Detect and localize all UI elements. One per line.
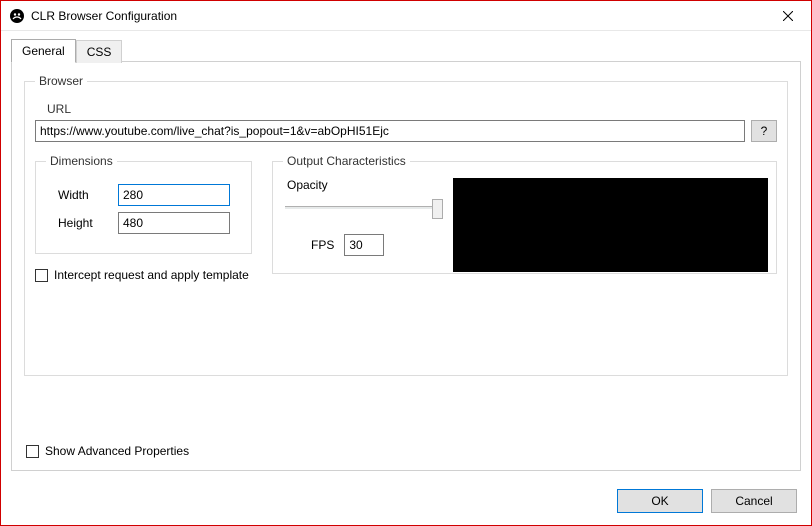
dialog-window: CLR Browser Configuration General CSS Br… [0,0,812,526]
help-label: ? [761,124,768,138]
fps-input[interactable] [344,234,384,256]
ok-label: OK [651,494,668,508]
dialog-buttons: OK Cancel [617,489,797,513]
height-row: Height [46,212,241,234]
window-title: CLR Browser Configuration [31,9,765,23]
opacity-column: Opacity FPS [283,178,443,272]
titlebar: CLR Browser Configuration [1,1,811,31]
browser-legend: Browser [35,74,87,88]
close-icon [783,11,793,21]
cancel-label: Cancel [735,494,772,508]
ok-button[interactable]: OK [617,489,703,513]
tab-panel-general: Browser URL ? Dimensions Width [11,61,801,471]
tab-css[interactable]: CSS [76,40,123,63]
fps-row: FPS [311,234,443,256]
width-row: Width [46,184,241,206]
output-inner: Opacity FPS [283,178,768,272]
tab-general[interactable]: General [11,39,76,63]
url-input[interactable] [35,120,745,142]
height-input[interactable] [118,212,230,234]
tab-label: CSS [87,45,112,59]
advanced-row[interactable]: Show Advanced Properties [26,444,189,458]
lower-row: Dimensions Width Height [35,154,777,282]
browser-group: Browser URL ? Dimensions Width [24,74,788,376]
app-icon [9,8,25,24]
intercept-row[interactable]: Intercept request and apply template [35,268,252,282]
intercept-label: Intercept request and apply template [54,268,249,282]
close-button[interactable] [765,1,811,31]
tab-strip: General CSS [11,39,801,62]
width-input[interactable] [118,184,230,206]
height-label: Height [58,216,114,230]
slider-thumb[interactable] [432,199,443,219]
tab-label: General [22,44,65,58]
output-legend: Output Characteristics [283,154,410,168]
dimensions-col: Dimensions Width Height [35,154,252,282]
output-group: Output Characteristics Opacity FPS [272,154,777,274]
width-label: Width [58,188,114,202]
dimensions-group: Dimensions Width Height [35,154,252,254]
advanced-label: Show Advanced Properties [45,444,189,458]
dimensions-legend: Dimensions [46,154,117,168]
opacity-slider[interactable] [283,196,443,220]
intercept-checkbox[interactable] [35,269,48,282]
cancel-button[interactable]: Cancel [711,489,797,513]
preview-box [453,178,768,272]
url-help-button[interactable]: ? [751,120,777,142]
url-row: ? [35,120,777,142]
url-label: URL [47,102,777,116]
content-area: General CSS Browser URL ? [1,31,811,472]
slider-track [285,206,435,209]
advanced-checkbox[interactable] [26,445,39,458]
fps-label: FPS [311,238,334,252]
opacity-label: Opacity [287,178,443,192]
